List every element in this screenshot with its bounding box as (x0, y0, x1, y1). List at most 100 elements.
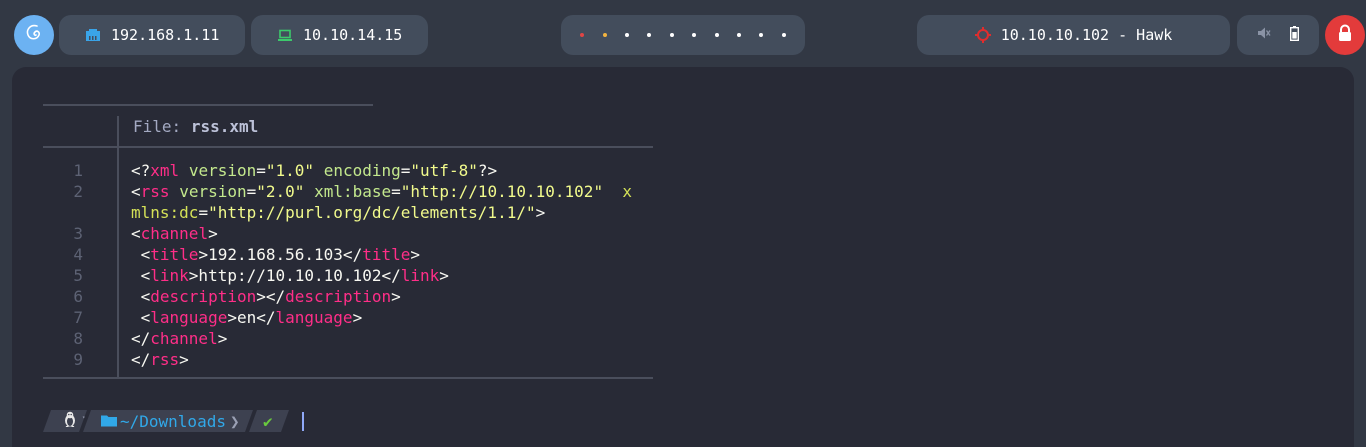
line-number (43, 202, 102, 223)
debian-logo-button[interactable] (14, 15, 54, 55)
target-widget[interactable]: 10.10.10.102 - Hawk (917, 15, 1230, 55)
token: x (622, 182, 632, 201)
token: < (131, 308, 151, 327)
token: channel (140, 224, 209, 243)
workspace-dot-2[interactable] (602, 33, 607, 37)
debian-swirl-icon (23, 22, 45, 48)
token: title (362, 245, 411, 264)
workspace-dot-4[interactable] (647, 33, 652, 37)
battery-icon[interactable] (1290, 25, 1300, 45)
file-label: File: (133, 117, 182, 136)
token: > (217, 329, 228, 348)
code-line: 6 <description></description> (43, 286, 632, 307)
frame-bottom-rule (43, 377, 653, 379)
code-line: 8 </channel> (43, 328, 632, 349)
token: >192.168.56.103</ (198, 245, 363, 264)
line-number: 5 (73, 266, 83, 285)
frame-top-rule (43, 104, 373, 106)
token: "1.0" (265, 161, 315, 180)
token: </ (131, 329, 151, 348)
shell-prompt: ❯ ~/Downloads ❯ ✔ (43, 410, 304, 432)
linux-tux-icon (63, 411, 77, 431)
token: < (131, 266, 151, 285)
token: version (179, 182, 247, 201)
code-view[interactable]: 1 <?xml version="1.0" encoding="utf-8"?> 2… (43, 160, 632, 370)
line-content: </channel> (102, 328, 227, 349)
vpn-ip-widget[interactable]: 10.10.14.15 (251, 15, 428, 55)
prompt-os-segment: ❯ (43, 410, 87, 432)
code-line: 9 </rss> (43, 349, 632, 370)
workspace-dot-8[interactable] (736, 33, 741, 37)
token: rss (150, 350, 180, 369)
file-header: File: rss.xml (133, 117, 258, 136)
token: description (285, 287, 392, 306)
token: = (256, 161, 266, 180)
vpn-ip-text: 10.10.14.15 (303, 26, 403, 44)
code-line: 7 <language>en</language> (43, 307, 632, 328)
line-number: 3 (73, 224, 83, 243)
line-number: 6 (73, 287, 83, 306)
token: "http://10.10.10.102" (400, 182, 604, 201)
line-content: <?xml version="1.0" encoding="utf-8"?> (102, 160, 497, 181)
terminal-window[interactable]: File: rss.xml 1 <?xml version="1.0" encod… (12, 67, 1354, 447)
speaker-muted-icon[interactable] (1257, 26, 1271, 44)
line-number: 8 (73, 329, 83, 348)
token: > (179, 350, 189, 369)
chevron-right-icon: ❯ (229, 411, 240, 431)
workspace-dot-5[interactable] (669, 33, 674, 37)
token: <? (131, 161, 151, 180)
token: > (208, 224, 218, 243)
token: link (400, 266, 440, 285)
prompt-status-segment: ✔ (249, 410, 289, 432)
line-number: 2 (73, 182, 83, 201)
lock-button[interactable] (1325, 15, 1365, 55)
lock-icon (1337, 24, 1353, 46)
crosshair-icon (974, 27, 991, 43)
token: "utf-8" (410, 161, 478, 180)
line-number: 7 (73, 308, 83, 327)
token: description (150, 287, 257, 306)
workspace-dot-3[interactable] (624, 33, 629, 37)
code-line: 4 <title>192.168.56.103</title> (43, 244, 632, 265)
token: mlns:dc (131, 203, 199, 222)
workspace-dot-10[interactable] (781, 33, 786, 37)
workspace-dot-6[interactable] (692, 33, 697, 37)
target-text: 10.10.10.102 - Hawk (1000, 26, 1173, 44)
token: > (352, 308, 363, 327)
line-number: 9 (73, 350, 83, 369)
file-name: rss.xml (190, 117, 259, 136)
token: < (131, 224, 141, 243)
code-line: 3 <channel> (43, 223, 632, 244)
token: rss (140, 182, 170, 201)
header-divider (43, 146, 653, 148)
token: < (131, 182, 141, 201)
line-content: <language>en</language> (102, 307, 363, 328)
workspace-dot-7[interactable] (714, 33, 719, 37)
token: > (410, 245, 421, 264)
workspace-dot-1[interactable] (580, 33, 585, 37)
top-bar: 192.168.1.11 10.10.14.15 10.10.10.102 - … (0, 0, 1366, 68)
token: > (535, 203, 546, 222)
token: xml (150, 161, 180, 180)
checkmark-icon: ✔ (263, 411, 273, 431)
workspace-indicator[interactable] (561, 15, 805, 55)
code-line: 1 <?xml version="1.0" encoding="utf-8"?> (43, 160, 632, 181)
token: >en</ (227, 308, 276, 327)
local-ip-widget[interactable]: 192.168.1.11 (59, 15, 245, 55)
token: language (275, 308, 353, 327)
folder-icon (101, 412, 118, 431)
token: title (150, 245, 199, 264)
token: </ (131, 350, 151, 369)
line-content: <rss version="2.0" xml:base="http://10.1… (102, 181, 632, 202)
token: language (150, 308, 228, 327)
code-line: mlns:dc="http://purl.org/dc/elements/1.1… (43, 202, 632, 223)
token: < (131, 287, 151, 306)
line-number: 1 (73, 161, 83, 180)
line-content: <title>192.168.56.103</title> (102, 244, 420, 265)
workspace-dot-9[interactable] (759, 33, 764, 37)
token: = (400, 161, 411, 180)
